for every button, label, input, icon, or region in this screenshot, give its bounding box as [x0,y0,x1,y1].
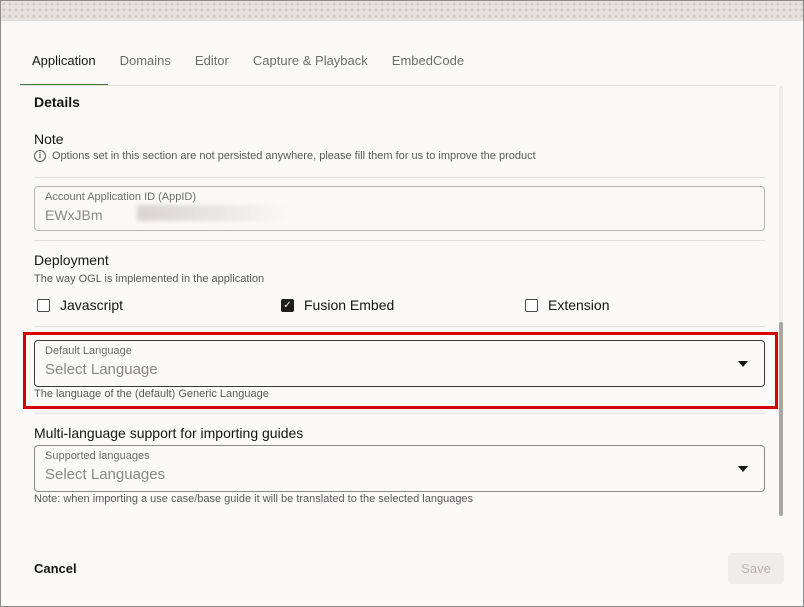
divider [34,413,765,414]
checkbox-javascript[interactable]: Javascript [37,297,123,313]
note-title: Note [34,131,64,147]
app-id-field[interactable]: Account Application ID (AppID) EWxJBm [34,186,765,231]
checkbox-extension[interactable]: Extension [525,297,609,313]
checkbox-icon[interactable] [37,298,50,312]
redacted-value [137,205,287,221]
tab-capture-playback[interactable]: Capture & Playback [241,46,380,84]
supported-languages-placeholder: Select Languages [45,466,166,483]
checkmark-icon[interactable]: ✓ [281,298,294,312]
deployment-title: Deployment [34,252,109,268]
chevron-down-icon[interactable] [738,466,748,472]
cancel-button[interactable]: Cancel [34,561,77,576]
divider [34,326,765,327]
tab-application[interactable]: Application [20,46,108,86]
checkbox-label: Javascript [60,297,124,313]
note-line: i Options set in this section are not pe… [34,150,536,162]
supported-languages-label: Supported languages [45,450,150,462]
background-strip [1,1,803,21]
tab-domains[interactable]: Domains [108,46,183,84]
note-text: Options set in this section are not pers… [52,150,536,162]
checkbox-fusion-embed[interactable]: ✓ Fusion Embed [281,297,394,313]
info-icon: i [34,150,46,162]
divider [34,240,765,241]
multi-language-title: Multi-language support for importing gui… [34,425,304,441]
section-title: Details [34,94,80,110]
supported-languages-select[interactable]: Supported languages Select Languages [34,445,765,492]
supported-languages-help: Note: when importing a use case/base gui… [34,493,474,505]
divider [34,177,765,178]
deployment-subtitle: The way OGL is implemented in the applic… [34,273,265,285]
tab-bar: Application Domains Editor Capture & Pla… [20,46,476,86]
highlight-box [23,332,778,409]
checkbox-icon[interactable] [525,298,538,312]
save-button[interactable]: Save [728,553,784,584]
app-id-label: Account Application ID (AppID) [45,191,197,203]
tab-editor[interactable]: Editor [183,46,241,84]
checkbox-label: Fusion Embed [304,297,395,313]
scrollbar-thumb[interactable] [779,322,783,516]
checkbox-label: Extension [548,297,610,313]
tab-divider [20,85,776,86]
tab-embedcode[interactable]: EmbedCode [380,46,476,84]
app-id-value: EWxJBm [45,207,103,223]
